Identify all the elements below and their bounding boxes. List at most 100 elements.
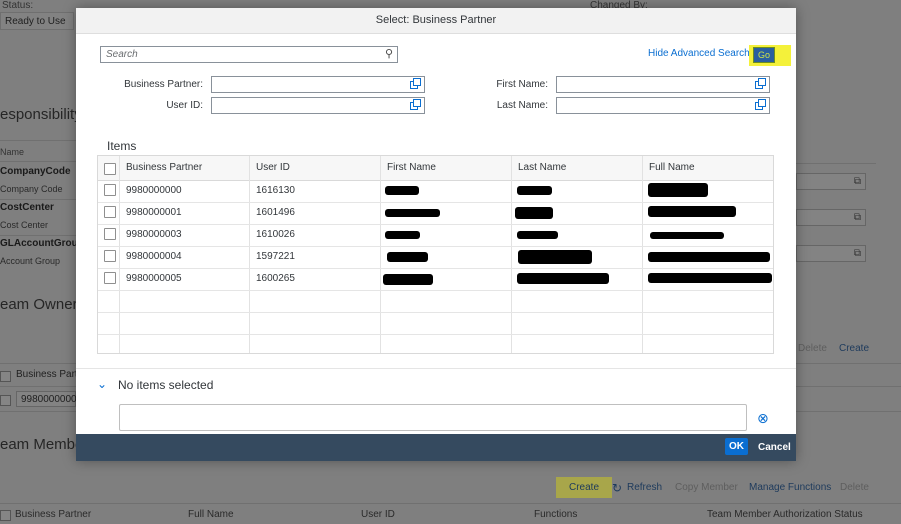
column-divider [249,156,250,353]
refresh-button[interactable]: Refresh [627,482,662,493]
copy-member-button[interactable]: Copy Member [675,482,738,493]
checkbox[interactable] [0,510,11,521]
owners-create-button[interactable]: Create [839,343,869,354]
value-help-field[interactable]: ⧉ [796,173,866,190]
row-user-id[interactable]: 1601496 [256,207,295,218]
members-delete-button[interactable]: Delete [840,482,869,493]
row-checkbox[interactable] [104,184,116,196]
divider [0,161,76,162]
row-checkbox[interactable] [104,228,116,240]
redacted-full-name [648,252,770,262]
owners-bp-field[interactable]: 9980000000 [16,391,77,407]
row-divider [98,224,773,225]
owners-delete-button[interactable]: Delete [798,343,827,354]
column-header-full-name[interactable]: Full Name [649,162,695,173]
row-subtitle: Company Code [0,184,63,194]
divider [76,368,796,369]
value-help-icon[interactable] [410,78,421,89]
search-input[interactable] [106,49,366,60]
select-all-checkbox[interactable] [104,163,116,175]
cancel-button[interactable]: Cancel [758,439,791,456]
status-field[interactable]: Ready to Use [0,12,74,30]
redacted-first-name [385,186,419,195]
redacted-full-name [648,273,772,283]
first-name-field[interactable] [556,76,770,93]
row-checkbox[interactable] [104,206,116,218]
column-header-business-partner[interactable]: Business Partner [126,162,202,173]
column-divider [511,156,512,353]
row-divider [98,268,773,269]
divider [0,503,901,504]
row-checkbox[interactable] [104,250,116,262]
business-partner-label: Business Partner: [124,79,203,90]
manage-functions-button[interactable]: Manage Functions [749,482,831,493]
divider [0,235,76,236]
column-header-first-name[interactable]: First Name [387,162,436,173]
select-business-partner-dialog: Select: Business Partner ⚲ Hide Advanced… [76,8,796,461]
search-field[interactable]: ⚲ [100,46,398,63]
value-help-field[interactable]: ⧉ [796,245,866,262]
chevron-down-icon[interactable]: ⌄ [97,377,107,391]
dialog-footer: OK Cancel [76,434,796,461]
dialog-title: Select: Business Partner [76,8,796,34]
redacted-first-name [385,231,420,239]
column-divider [642,156,643,353]
column-divider [380,156,381,353]
footer-col-full-name: Full Name [188,509,234,520]
redacted-full-name [648,206,736,217]
clear-icon[interactable]: ⊗ [757,410,769,427]
column-header-last-name[interactable]: Last Name [518,162,566,173]
go-button[interactable]: Go [753,47,775,63]
row-user-id[interactable]: 1600265 [256,273,295,284]
row-divider [98,334,773,335]
row-user-id[interactable]: 1616130 [256,185,295,196]
last-name-field[interactable] [556,97,770,114]
value-help-icon[interactable] [410,99,421,110]
column-divider [119,156,120,353]
footer-col-user-id: User ID [361,509,395,520]
checkbox[interactable] [0,371,11,382]
row-divider [98,202,773,203]
items-table: Business Partner User ID First Name Last… [97,155,774,354]
team-members-heading: eam Membe [0,436,84,453]
checkbox[interactable] [0,395,11,406]
divider [796,163,876,164]
redacted-last-name [517,186,552,195]
selected-items-tokenizer[interactable] [119,404,747,431]
value-help-field[interactable]: ⧉ [796,209,866,226]
redacted-last-name [517,231,558,239]
row-user-id[interactable]: 1597221 [256,251,295,262]
footer-col-auth-status: Team Member Authorization Status [707,509,863,520]
value-help-icon[interactable] [755,99,766,110]
row-business-partner[interactable]: 9980000000 [126,185,182,196]
items-title: Items [107,139,137,153]
user-id-field[interactable] [211,97,425,114]
refresh-icon[interactable]: ↻ [612,481,622,495]
members-create-button[interactable]: Create [569,482,599,493]
value-help-icon[interactable]: ⧉ [854,212,861,223]
search-icon[interactable]: ⚲ [385,47,393,60]
value-help-icon[interactable]: ⧉ [854,176,861,187]
redacted-first-name [383,274,433,285]
row-business-partner[interactable]: 9980000003 [126,229,182,240]
value-help-icon[interactable] [755,78,766,89]
column-header-user-id[interactable]: User ID [256,162,290,173]
redacted-last-name [518,250,592,264]
row-business-partner[interactable]: 9980000004 [126,251,182,262]
go-highlight: Go [749,45,791,66]
row-title: CostCenter [0,202,54,213]
first-name-label: First Name: [496,79,548,90]
row-checkbox[interactable] [104,272,116,284]
redacted-last-name [515,207,553,219]
row-business-partner[interactable]: 9980000005 [126,273,182,284]
row-user-id[interactable]: 1610026 [256,229,295,240]
selection-status: No items selected [118,378,214,392]
ok-button[interactable]: OK [725,438,748,455]
row-business-partner[interactable]: 9980000001 [126,207,182,218]
row-title: CompanyCode [0,166,71,177]
divider [0,140,76,141]
value-help-icon[interactable]: ⧉ [854,248,861,259]
hide-advanced-search-link[interactable]: Hide Advanced Search [648,48,750,59]
row-divider [98,312,773,313]
business-partner-field[interactable] [211,76,425,93]
